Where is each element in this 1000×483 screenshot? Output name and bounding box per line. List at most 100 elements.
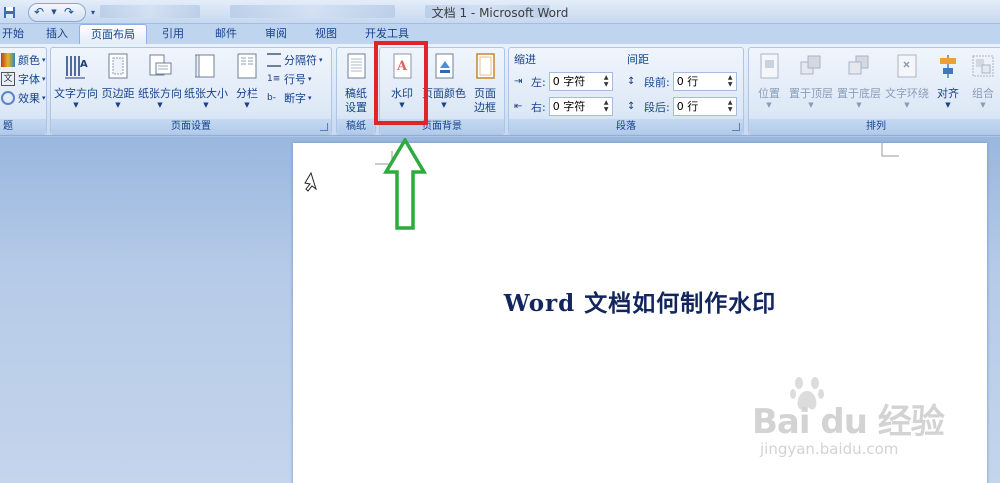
svg-text:A: A bbox=[80, 59, 88, 70]
document-heading: Word 文档如何制作水印 bbox=[503, 290, 777, 317]
indent-left-input[interactable]: 0 字符 ▲ ▼ bbox=[548, 72, 613, 91]
theme-effects-button[interactable]: 效果 ▾ bbox=[1, 88, 46, 107]
space-before-control: ↕ 段前: 0 行 ▲ ▼ bbox=[627, 72, 737, 91]
indent-left-label: 左: bbox=[531, 75, 546, 89]
indent-left-value: 0 字符 bbox=[552, 75, 586, 88]
indent-right-value: 0 字符 bbox=[552, 100, 586, 113]
watermark-highlight-box bbox=[374, 41, 428, 125]
size-label: 纸张大小 bbox=[184, 87, 228, 100]
indent-left-spinner-icon[interactable]: ▲ ▼ bbox=[602, 74, 611, 89]
group-icon bbox=[972, 55, 994, 77]
margin-corner-mark-right bbox=[881, 143, 899, 157]
tab-mailings[interactable]: 邮件 bbox=[195, 24, 248, 44]
page-color-label: 页面颜色 bbox=[422, 87, 466, 100]
margins-label: 页边距 bbox=[101, 87, 135, 100]
breaks-label: 分隔符 bbox=[284, 53, 317, 67]
text-direction-label: 文字方向 bbox=[54, 87, 98, 100]
paragraph-launcher-icon[interactable] bbox=[732, 123, 740, 131]
spacing-title: 间距 bbox=[627, 53, 649, 66]
indent-right-control: ⇤ 右: 0 字符 ▲ ▼ bbox=[514, 97, 613, 116]
tab-page-layout[interactable]: 页面布局 bbox=[79, 24, 147, 44]
tab-home[interactable]: 开始 bbox=[0, 24, 35, 44]
theme-effects-label: 效果 bbox=[18, 91, 40, 105]
fonts-icon: 文 bbox=[1, 71, 15, 86]
indent-right-label: 右: bbox=[531, 100, 546, 114]
theme-colors-button[interactable]: 颜色 ▾ bbox=[1, 50, 46, 69]
space-after-icon: ↕ bbox=[627, 100, 636, 112]
indent-right-icon: ⇤ bbox=[514, 100, 523, 112]
group-button[interactable]: 组合 ▼ bbox=[965, 52, 1000, 110]
indent-right-input[interactable]: 0 字符 ▲ ▼ bbox=[548, 97, 613, 116]
group-label-arrange: 排列 bbox=[749, 119, 1000, 134]
orientation-button[interactable]: 纸张方向 ▼ bbox=[138, 52, 182, 110]
margins-icon bbox=[108, 53, 128, 79]
watermark-brand: Bai du 经验 bbox=[752, 402, 945, 442]
page-borders-label-2: 边框 bbox=[474, 101, 496, 114]
space-after-spinner-icon[interactable]: ▲ ▼ bbox=[726, 99, 735, 114]
page-setup-launcher-icon[interactable] bbox=[320, 123, 328, 131]
space-before-icon: ↕ bbox=[627, 75, 636, 87]
space-before-label: 段前: bbox=[644, 75, 670, 89]
hyphenation-icon: b- bbox=[267, 92, 276, 103]
text-wrapping-label: 文字环绕 bbox=[885, 87, 929, 100]
space-after-label: 段后: bbox=[644, 100, 670, 114]
colors-icon bbox=[1, 52, 15, 67]
line-numbers-label: 行号 bbox=[284, 72, 306, 86]
line-numbers-icon: 1≡ bbox=[267, 73, 281, 84]
indent-left-icon: ⇥ bbox=[514, 75, 523, 87]
bring-to-front-label: 置于顶层 bbox=[789, 87, 833, 100]
theme-fonts-button[interactable]: 文 字体 ▾ bbox=[1, 69, 46, 88]
space-before-spinner-icon[interactable]: ▲ ▼ bbox=[726, 74, 735, 89]
bring-to-front-icon bbox=[800, 55, 821, 75]
indent-right-spinner-icon[interactable]: ▲ ▼ bbox=[602, 99, 611, 114]
group-label-manuscript: 稿纸 bbox=[337, 119, 375, 134]
bring-to-front-button[interactable]: 置于顶层 ▼ bbox=[787, 52, 835, 110]
orientation-icon bbox=[149, 54, 172, 76]
align-label: 对齐 bbox=[937, 87, 959, 100]
manuscript-icon bbox=[347, 53, 366, 79]
group-label-paragraph: 段落 bbox=[509, 119, 743, 134]
manuscript-settings-button[interactable]: 稿纸 设置 bbox=[339, 52, 373, 115]
text-wrapping-button[interactable]: 文字环绕 ▼ bbox=[883, 52, 931, 110]
align-button[interactable]: 对齐 ▼ bbox=[931, 52, 965, 110]
text-direction-icon: A bbox=[65, 56, 88, 79]
page-color-icon bbox=[435, 53, 454, 79]
size-button[interactable]: 纸张大小 ▼ bbox=[184, 52, 228, 110]
group-page-setup: A 文字方向 ▼ 页边距 ▼ 纸张方向 ▼ 纸张大小 ▼ 分栏 ▼ 分隔符▾ bbox=[50, 47, 332, 135]
breaks-button[interactable]: 分隔符 ▾ bbox=[267, 50, 323, 69]
baidu-watermark: Bai du 经验 jingyan.baidu.com bbox=[752, 372, 992, 472]
send-to-back-button[interactable]: 置于底层 ▼ bbox=[835, 52, 883, 110]
manuscript-label-2: 设置 bbox=[345, 101, 367, 114]
tab-insert[interactable]: 插入 bbox=[35, 24, 79, 44]
position-button[interactable]: 位置 ▼ bbox=[751, 52, 787, 110]
mouse-cursor-icon bbox=[304, 172, 317, 192]
line-numbers-button[interactable]: 1≡ 行号 ▾ bbox=[267, 69, 312, 88]
columns-label: 分栏 bbox=[236, 87, 258, 100]
hyphenation-button[interactable]: b- 断字 ▾ bbox=[267, 88, 312, 107]
theme-colors-label: 颜色 bbox=[18, 53, 40, 67]
space-after-input[interactable]: 0 行 ▲ ▼ bbox=[672, 97, 737, 116]
group-manuscript: 稿纸 设置 稿纸 bbox=[336, 47, 376, 135]
text-direction-button[interactable]: A 文字方向 ▼ bbox=[54, 52, 98, 110]
size-icon bbox=[195, 54, 215, 78]
group-label-page-setup: 页面设置 bbox=[51, 119, 331, 134]
orientation-label: 纸张方向 bbox=[138, 87, 182, 100]
tab-references[interactable]: 引用 bbox=[147, 24, 195, 44]
send-to-back-label: 置于底层 bbox=[837, 87, 881, 100]
margins-button[interactable]: 页边距 ▼ bbox=[100, 52, 136, 110]
columns-button[interactable]: 分栏 ▼ bbox=[231, 52, 263, 110]
group-themes: 颜色 ▾ 文 字体 ▾ 效果 ▾ 题 bbox=[0, 47, 47, 135]
space-before-input[interactable]: 0 行 ▲ ▼ bbox=[672, 72, 737, 91]
window-title: 文档 1 - Microsoft Word bbox=[431, 6, 569, 20]
tab-review[interactable]: 审阅 bbox=[248, 24, 298, 44]
title-bar: ↶ ▼ ↷ ▾ 文档 1 - Microsoft Word bbox=[0, 0, 1000, 24]
manuscript-label-1: 稿纸 bbox=[345, 87, 367, 100]
send-to-back-icon bbox=[848, 55, 869, 75]
group-label: 组合 bbox=[972, 87, 994, 100]
space-before-value: 0 行 bbox=[676, 75, 699, 88]
page-color-button[interactable]: 页面颜色 ▼ bbox=[422, 52, 466, 110]
ribbon: 颜色▾ 文 字体▾ 效果▾ 题 A 文字方向 ▼ 页边距 ▼ 纸张方向 ▼ bbox=[0, 44, 1000, 136]
tab-view[interactable]: 视图 bbox=[298, 24, 348, 44]
page-borders-button[interactable]: 页面 边框 bbox=[468, 52, 502, 115]
columns-icon bbox=[237, 53, 257, 79]
